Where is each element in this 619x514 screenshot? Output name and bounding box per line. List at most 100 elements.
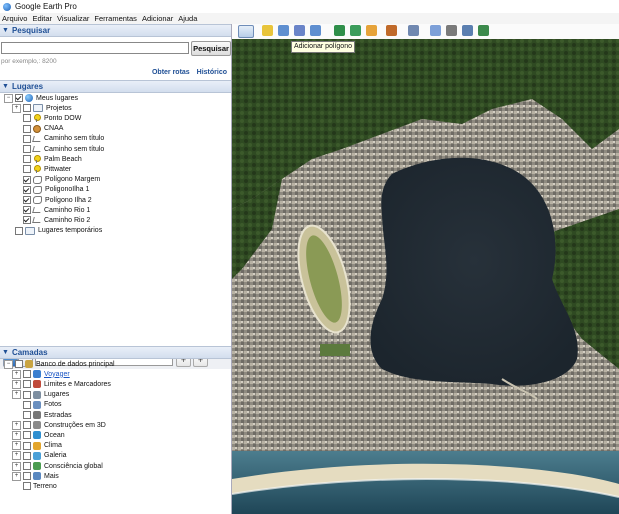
historical-imagery-icon[interactable] [350, 25, 361, 36]
place-item-checkbox[interactable] [23, 104, 31, 113]
place-item-row[interactable]: Palm Beach [12, 154, 82, 164]
layer-item-row[interactable]: + Construções em 3D [12, 420, 106, 430]
expand-icon[interactable]: + [12, 430, 21, 440]
expand-icon[interactable]: + [12, 103, 21, 113]
path-icon[interactable] [294, 25, 305, 36]
layer-item-row[interactable]: + Ocean [12, 430, 65, 440]
layer-item-checkbox[interactable] [23, 370, 31, 379]
layer-item-row[interactable]: Terreno [12, 481, 57, 491]
layer-item-row[interactable]: − Banco de dados principal [4, 359, 115, 369]
layer-item-row[interactable]: + Galeria [12, 451, 67, 461]
place-item-checkbox[interactable] [15, 94, 23, 102]
layer-item-checkbox[interactable] [23, 411, 31, 419]
layer-item-label: Galeria [44, 452, 67, 460]
layer-item-row[interactable]: + Consciência global [12, 461, 103, 471]
ruler-icon[interactable] [408, 25, 419, 36]
email-icon[interactable] [430, 25, 441, 36]
search-panel-header[interactable]: ▼ Pesquisar [0, 24, 231, 37]
collapse-icon[interactable]: − [4, 93, 13, 103]
satellite-imagery[interactable] [232, 39, 619, 514]
places-panel-header[interactable]: ▼ Lugares [0, 80, 231, 93]
place-item-checkbox[interactable] [23, 145, 31, 153]
layer-item-checkbox[interactable] [23, 421, 31, 430]
sun-icon[interactable] [366, 25, 377, 36]
search-button[interactable]: Pesquisar [191, 41, 231, 56]
place-item-row[interactable]: PoligonoIlha 1 [12, 185, 89, 195]
expand-icon[interactable]: + [12, 471, 21, 481]
layer-item-checkbox[interactable] [23, 380, 31, 389]
layer-item-row[interactable]: Fotos [12, 400, 62, 410]
polygon-icon[interactable] [278, 25, 289, 36]
menu-ajuda[interactable]: Ajuda [176, 14, 200, 23]
collapse-icon[interactable]: − [4, 359, 13, 369]
expand-icon[interactable]: + [12, 390, 21, 400]
place-item-row[interactable]: Lugares temporários [4, 226, 102, 236]
place-item-checkbox[interactable] [23, 114, 31, 123]
place-item-row[interactable]: Polígono Ilha 2 [12, 195, 92, 205]
get-directions-link[interactable]: Obter rotas [152, 69, 190, 76]
layer-item-label: Consciência global [44, 462, 103, 470]
place-item-checkbox[interactable] [23, 134, 31, 143]
layer-item-row[interactable]: + Clima [12, 441, 62, 451]
layer-item-checkbox[interactable] [23, 400, 31, 409]
place-item-checkbox[interactable] [23, 216, 31, 225]
place-item-row[interactable]: Ponto DOW [12, 113, 81, 123]
layer-item-label[interactable]: Voyager [44, 371, 70, 378]
layer-item-row[interactable]: + Voyager [12, 369, 70, 379]
search-input[interactable] [1, 42, 189, 54]
place-item-checkbox[interactable] [23, 124, 31, 133]
save-image-icon[interactable] [462, 25, 473, 36]
layer-item-checkbox[interactable] [23, 482, 31, 491]
menu-adicionar[interactable]: Adicionar [140, 14, 176, 23]
placemark-icon[interactable] [262, 25, 273, 36]
history-link[interactable]: Histórico [197, 69, 227, 76]
place-item-checkbox[interactable] [15, 226, 23, 235]
layer-item-checkbox[interactable] [23, 472, 31, 481]
place-item-row[interactable]: Pittwater [12, 164, 71, 174]
expand-icon[interactable]: + [12, 369, 21, 379]
layer-item-row[interactable]: + Lugares [12, 390, 69, 400]
place-item-row[interactable]: Caminho Rio 2 [12, 215, 90, 225]
place-item-checkbox[interactable] [23, 165, 31, 174]
maps-icon[interactable] [478, 25, 489, 36]
print-icon[interactable] [446, 25, 457, 36]
tour-icon[interactable] [334, 25, 345, 36]
map-view[interactable] [232, 39, 619, 514]
layer-item-checkbox[interactable] [23, 462, 31, 470]
expand-icon[interactable]: + [12, 451, 21, 461]
layer-item-checkbox[interactable] [15, 360, 23, 368]
expand-icon[interactable]: + [12, 420, 21, 430]
sidebar-toggle-icon[interactable] [238, 25, 254, 38]
menu-editar[interactable]: Editar [30, 14, 55, 23]
place-item-row[interactable]: Caminho sem título [12, 144, 104, 154]
layer-item-row[interactable]: + Limites e Marcadores [12, 379, 111, 389]
place-item-checkbox[interactable] [23, 196, 31, 204]
expand-icon[interactable]: + [12, 441, 21, 451]
layer-item-checkbox[interactable] [23, 390, 31, 399]
layer-item-row[interactable]: + Mais [12, 471, 59, 481]
place-item-row[interactable]: + Projetos [12, 103, 72, 113]
place-item-checkbox[interactable] [23, 175, 31, 184]
expand-icon[interactable]: + [12, 379, 21, 389]
planet-icon[interactable] [386, 25, 397, 36]
layer-item-checkbox[interactable] [23, 431, 31, 440]
place-item-checkbox[interactable] [23, 155, 31, 164]
place-item-row[interactable]: Caminho sem título [12, 134, 104, 144]
overlay-icon[interactable] [310, 25, 321, 36]
place-item-row[interactable]: Caminho Rio 1 [12, 205, 90, 215]
place-item-row[interactable]: Polígono Margem [12, 175, 100, 185]
place-item-row[interactable]: − Meus lugares [4, 93, 78, 103]
menu-arquivo[interactable]: Arquivo [0, 14, 30, 23]
buildings-icon [33, 421, 41, 430]
layers-panel-header[interactable]: ▼ Camadas [0, 346, 231, 359]
layer-item-checkbox[interactable] [23, 441, 31, 450]
place-item-checkbox[interactable] [23, 206, 31, 215]
place-item-row[interactable]: CNAA [12, 124, 63, 134]
layer-item-checkbox[interactable] [23, 451, 31, 460]
layer-item-row[interactable]: Estradas [12, 410, 72, 420]
menu-visualizar[interactable]: Visualizar [55, 14, 92, 23]
place-item-checkbox[interactable] [23, 185, 31, 194]
menu-ferramentas[interactable]: Ferramentas [92, 14, 140, 23]
place-item-label: Caminho Rio 1 [44, 206, 91, 214]
expand-icon[interactable]: + [12, 461, 21, 471]
